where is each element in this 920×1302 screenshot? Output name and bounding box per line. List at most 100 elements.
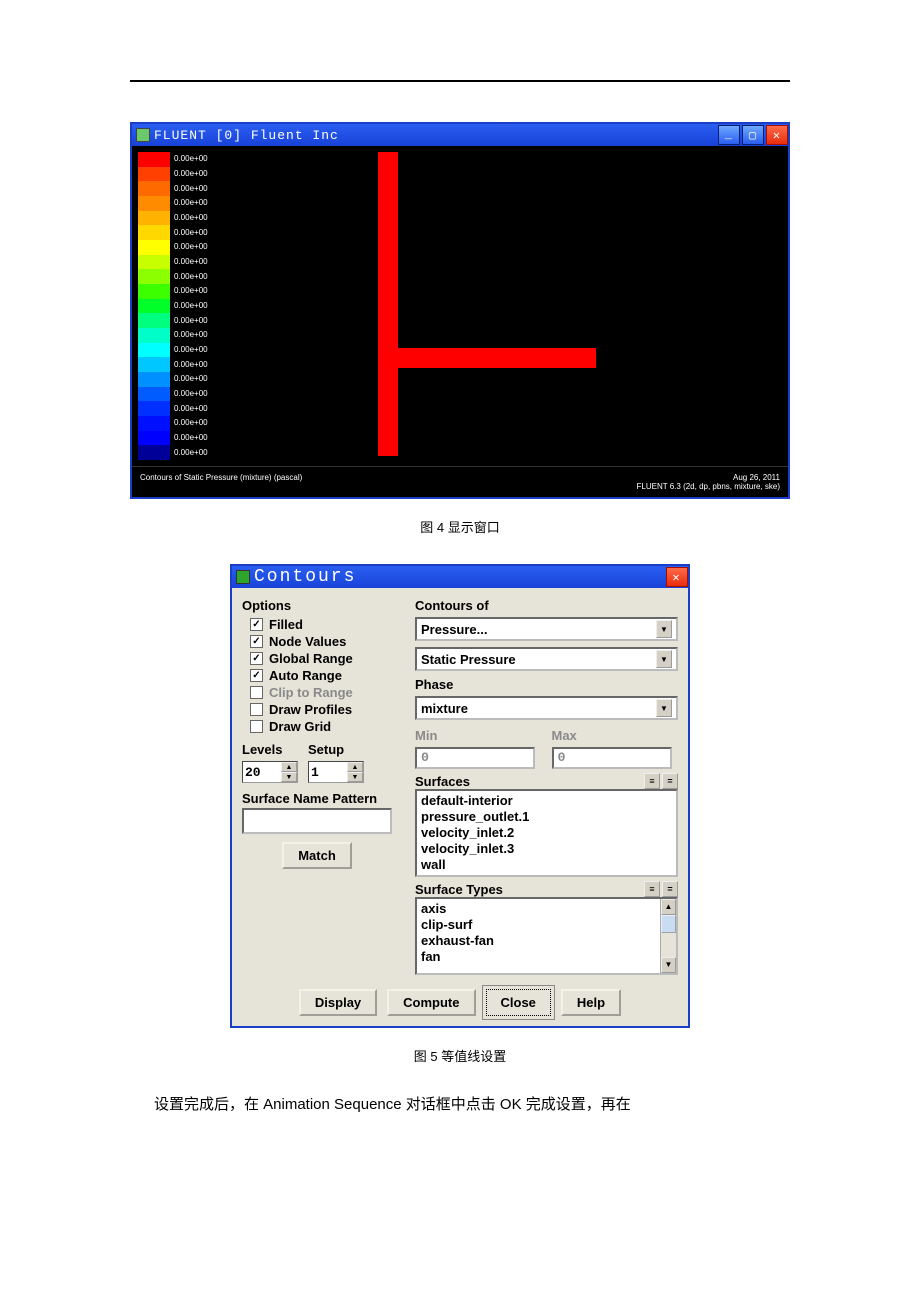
option-filled[interactable]: ✓Filled — [250, 617, 407, 632]
surface-types-listbox[interactable]: axisclip-surfexhaust-fanfan ▲ ▼ — [415, 897, 678, 975]
scroll-down-icon[interactable]: ▼ — [661, 957, 676, 973]
surface-name-pattern-input[interactable] — [242, 808, 392, 834]
fluent-viewport: 0.00e+000.00e+000.00e+000.00e+000.00e+00… — [132, 146, 788, 466]
option-auto_range[interactable]: ✓ Auto Range — [250, 668, 407, 683]
surfaces-label: Surfaces — [415, 774, 470, 789]
surface-types-scrollbar[interactable]: ▲ ▼ — [660, 899, 676, 973]
list-item[interactable]: pressure_outlet.1 — [421, 809, 672, 825]
setup-spinner[interactable]: ▲▼ — [308, 761, 364, 783]
list-item[interactable]: clip-surf — [421, 917, 658, 933]
fluent-icon — [136, 128, 150, 142]
footer-version: FLUENT 6.3 (2d, dp, pbns, mixture, ske) — [637, 482, 780, 491]
colorbar-segment — [138, 343, 170, 358]
minimize-button[interactable]: _ — [718, 125, 740, 145]
setup-input[interactable] — [309, 762, 347, 782]
colorbar-segment — [138, 313, 170, 328]
scroll-thumb[interactable] — [661, 915, 676, 933]
option-global_range[interactable]: ✓ Global Range — [250, 651, 407, 666]
option-label: Draw Profiles — [269, 702, 352, 717]
surfaces-listbox[interactable]: default-interiorpressure_outlet.1velocit… — [415, 789, 678, 877]
chevron-down-icon[interactable]: ▼ — [656, 699, 672, 717]
checkbox-icon[interactable] — [250, 720, 263, 733]
surfacetypes-selectall-icon[interactable]: ≡ — [644, 881, 660, 897]
list-item[interactable]: fan — [421, 949, 658, 965]
fluent-title: FLUENT [0] Fluent Inc — [154, 128, 716, 143]
list-item[interactable]: velocity_inlet.3 — [421, 841, 672, 857]
colorbar-segment — [138, 372, 170, 387]
figure5-caption: 图 5 等值线设置 — [130, 1046, 790, 1065]
display-button[interactable]: Display — [299, 989, 377, 1016]
compute-button[interactable]: Compute — [387, 989, 475, 1016]
colorbar-label: 0.00e+00 — [174, 255, 208, 270]
chevron-down-icon[interactable]: ▼ — [656, 620, 672, 638]
setup-up-icon[interactable]: ▲ — [347, 762, 363, 772]
colorbar-segment — [138, 284, 170, 299]
levels-spinner[interactable]: ▲▼ — [242, 761, 298, 783]
close-button[interactable]: ✕ — [766, 125, 788, 145]
colorbar-segment — [138, 240, 170, 255]
colorbar-label: 0.00e+00 — [174, 196, 208, 211]
contours-of-secondary-select[interactable]: Static Pressure ▼ — [415, 647, 678, 671]
surfaces-deselectall-icon[interactable]: = — [662, 773, 678, 789]
option-draw_grid[interactable]: Draw Grid — [250, 719, 407, 734]
checkbox-icon[interactable]: ✓ — [250, 618, 263, 631]
option-node_values[interactable]: ✓ Node Values — [250, 634, 407, 649]
options-label: Options — [242, 598, 407, 613]
option-label: Clip to Range — [269, 685, 353, 700]
color-legend-bar — [138, 146, 170, 466]
levels-up-icon[interactable]: ▲ — [281, 762, 297, 772]
list-item[interactable]: wall — [421, 857, 672, 873]
option-label: Auto Range — [269, 668, 342, 683]
option-label: Global Range — [269, 651, 353, 666]
phase-select[interactable]: mixture ▼ — [415, 696, 678, 720]
colorbar-label: 0.00e+00 — [174, 284, 208, 299]
max-label: Max — [552, 728, 679, 743]
colorbar-label: 0.00e+00 — [174, 152, 208, 167]
colorbar-segment — [138, 211, 170, 226]
colorbar-label: 0.00e+00 — [174, 313, 208, 328]
help-button[interactable]: Help — [561, 989, 621, 1016]
figure4-caption: 图 4 显示窗口 — [130, 517, 790, 536]
colorbar-segment — [138, 401, 170, 416]
levels-input[interactable] — [243, 762, 281, 782]
fluent-footer: Contours of Static Pressure (mixture) (p… — [132, 466, 788, 497]
surfacetypes-deselectall-icon[interactable]: = — [662, 881, 678, 897]
colorbar-label: 0.00e+00 — [174, 181, 208, 196]
geometry-vertical — [378, 152, 398, 456]
list-item[interactable]: default-interior — [421, 793, 672, 809]
checkbox-icon[interactable]: ✓ — [250, 669, 263, 682]
setup-label: Setup — [308, 742, 364, 757]
option-label: Node Values — [269, 634, 346, 649]
scroll-up-icon[interactable]: ▲ — [661, 899, 676, 915]
setup-down-icon[interactable]: ▼ — [347, 772, 363, 782]
option-draw_profiles[interactable]: Draw Profiles — [250, 702, 407, 717]
colorbar-segment — [138, 328, 170, 343]
contours-close-button[interactable]: ✕ — [666, 567, 688, 587]
body-text: 设置完成后，在 Animation Sequence 对话框中点击 OK 完成设… — [154, 1093, 790, 1114]
geometry-horizontal — [396, 348, 596, 368]
list-item[interactable]: exhaust-fan — [421, 933, 658, 949]
colorbar-label: 0.00e+00 — [174, 416, 208, 431]
phase-label: Phase — [415, 677, 678, 692]
contours-titlebar[interactable]: Contours ✕ — [232, 566, 688, 588]
contours-of-label: Contours of — [415, 598, 678, 613]
colorbar-segment — [138, 255, 170, 270]
match-button[interactable]: Match — [282, 842, 352, 869]
chevron-down-icon[interactable]: ▼ — [656, 650, 672, 668]
colorbar-segment — [138, 445, 170, 460]
contours-of-primary-select[interactable]: Pressure... ▼ — [415, 617, 678, 641]
close-dialog-button[interactable]: Close — [486, 989, 551, 1016]
checkbox-icon[interactable]: ✓ — [250, 635, 263, 648]
surfaces-selectall-icon[interactable]: ≡ — [644, 773, 660, 789]
checkbox-icon[interactable] — [250, 703, 263, 716]
list-item[interactable]: axis — [421, 901, 658, 917]
max-input — [552, 747, 672, 769]
list-item[interactable]: velocity_inlet.2 — [421, 825, 672, 841]
fluent-titlebar[interactable]: FLUENT [0] Fluent Inc _ ▢ ✕ — [132, 124, 788, 146]
colorbar-segment — [138, 181, 170, 196]
levels-down-icon[interactable]: ▼ — [281, 772, 297, 782]
maximize-button[interactable]: ▢ — [742, 125, 764, 145]
colorbar-label: 0.00e+00 — [174, 445, 208, 460]
colorbar-label: 0.00e+00 — [174, 225, 208, 240]
checkbox-icon[interactable]: ✓ — [250, 652, 263, 665]
